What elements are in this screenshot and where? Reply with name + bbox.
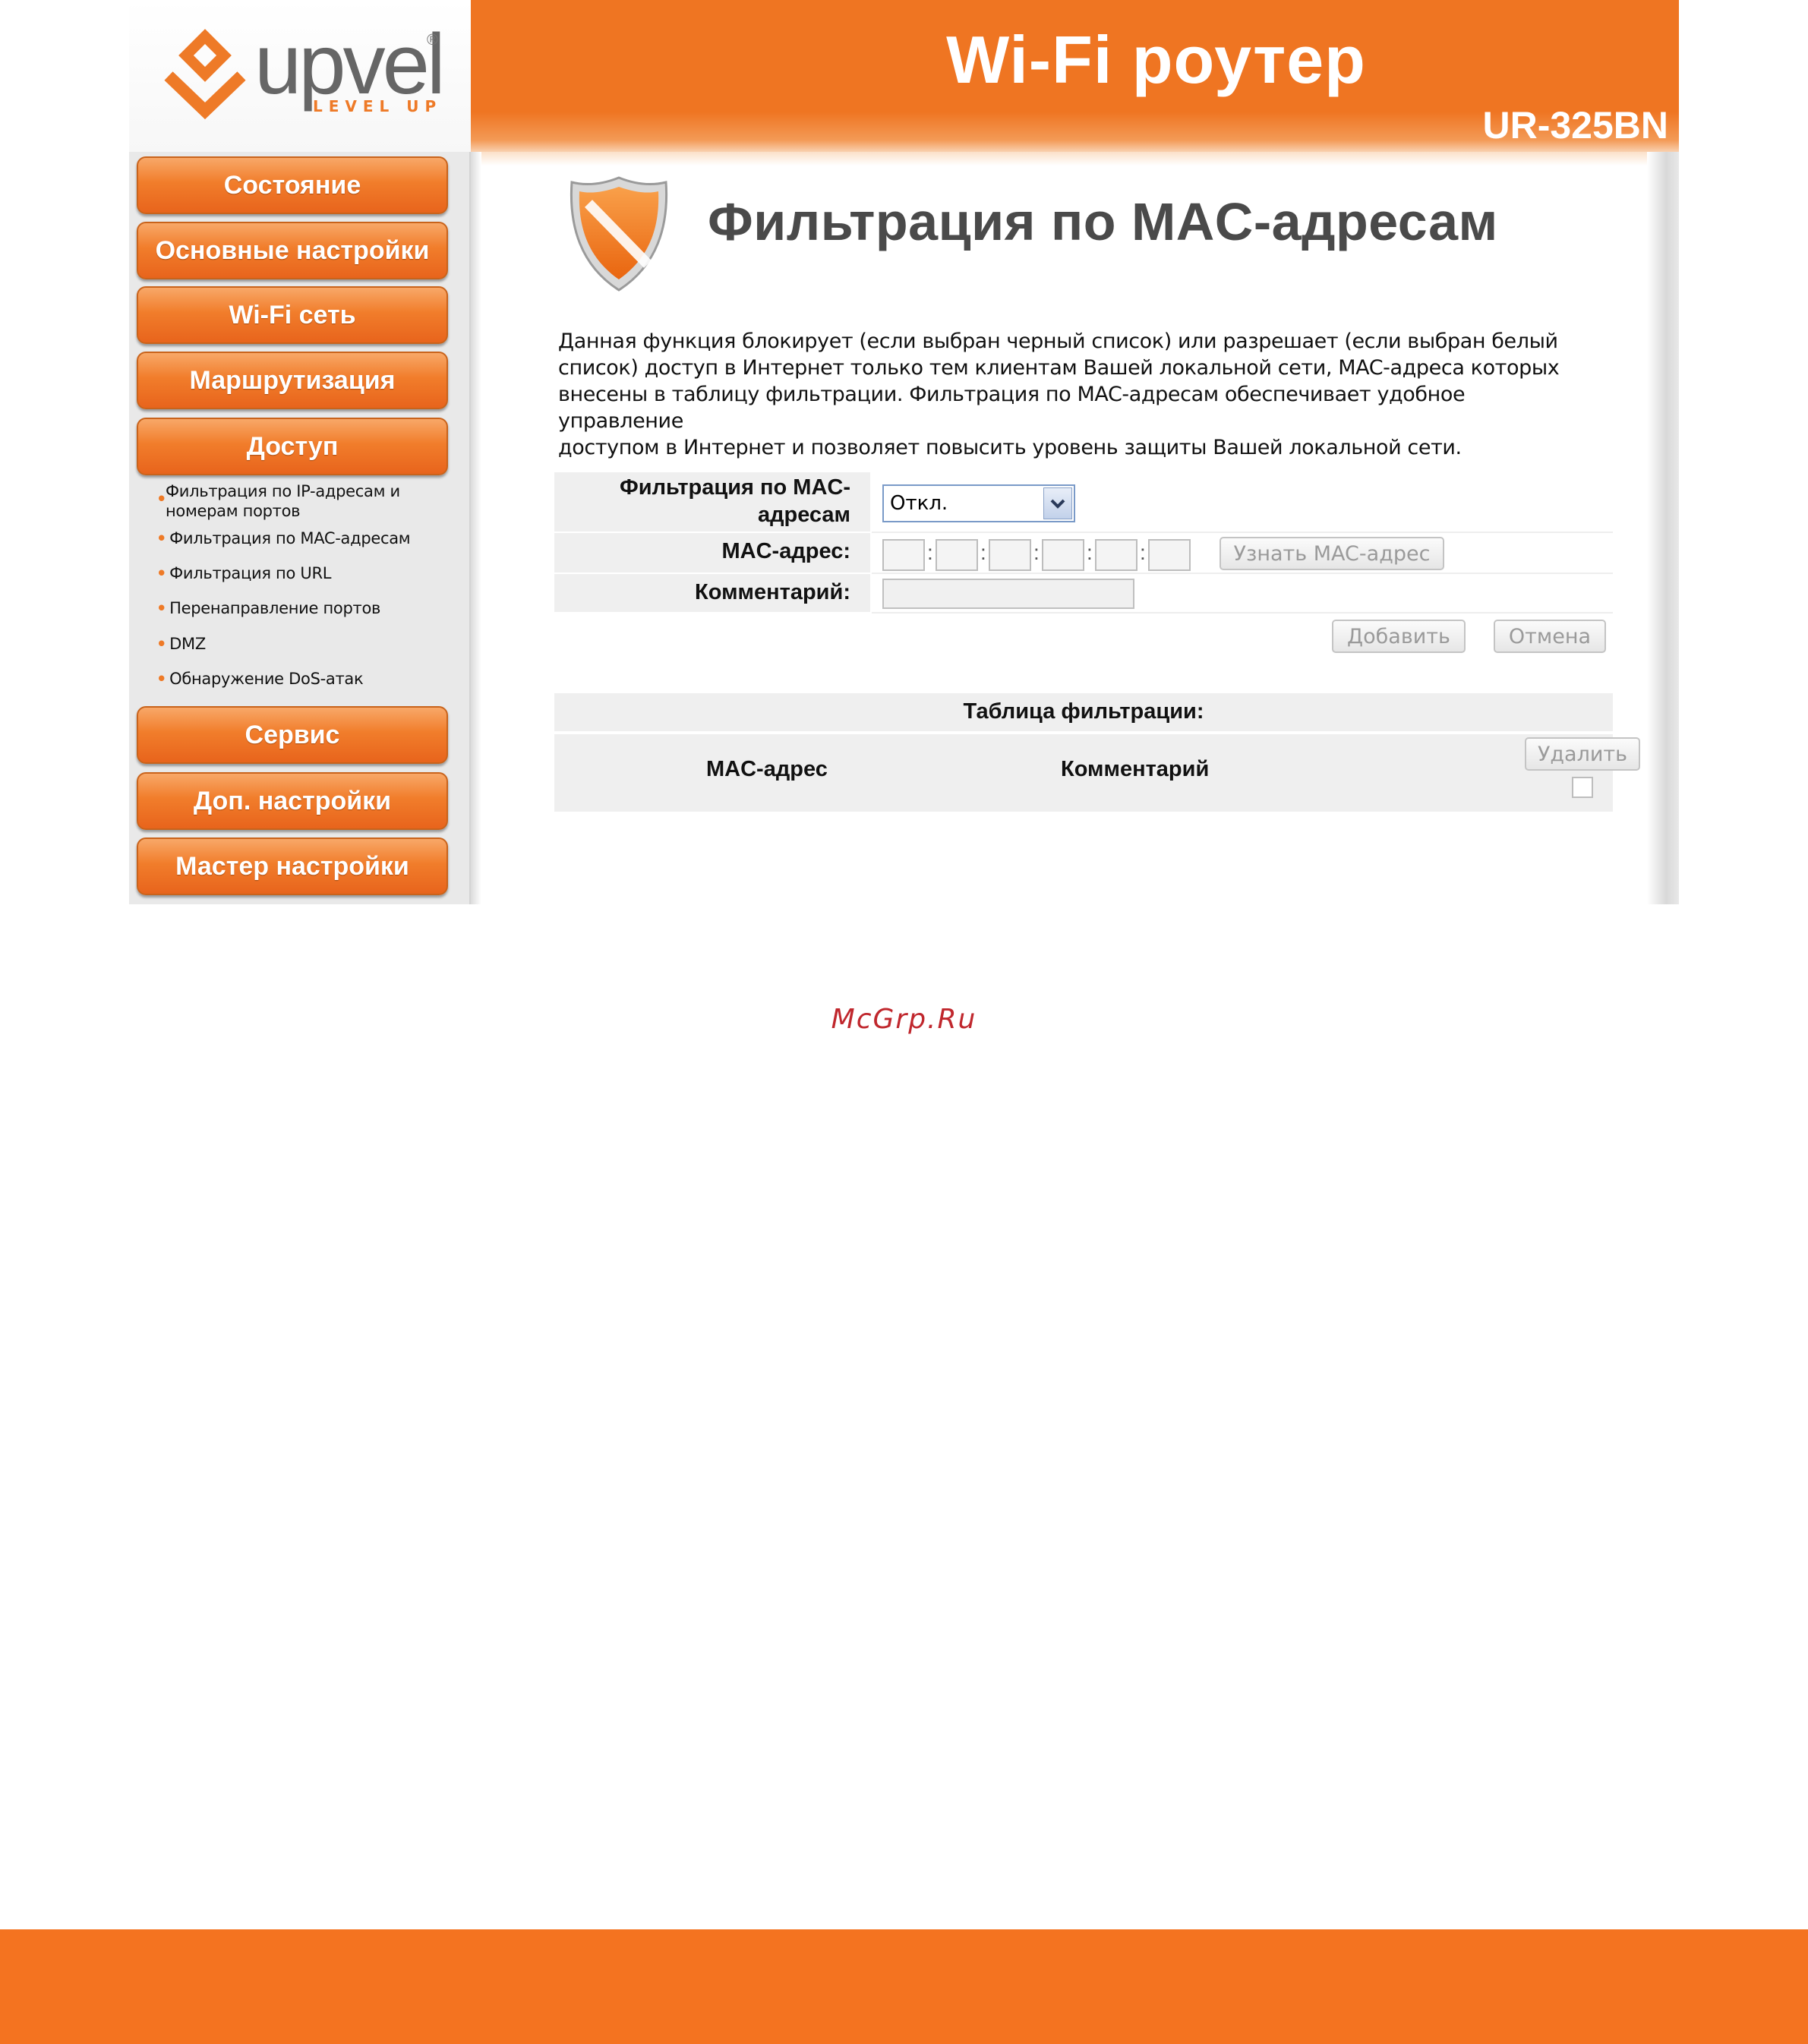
mac-octet-3-input[interactable] <box>989 539 1031 571</box>
bullet-icon: • <box>156 599 167 617</box>
sidebar: Состояние Основные настройки Wi-Fi сеть … <box>129 152 471 904</box>
mac-separator: : <box>1033 541 1040 564</box>
subnav-url-filter-label: Фильтрация по URL <box>169 564 332 582</box>
mac-address-label: MAC-адрес: <box>721 539 850 563</box>
filter-mode-value-cell: Откл. <box>872 472 1613 533</box>
subnav-dmz[interactable]: • DMZ <box>156 634 206 654</box>
mac-address-value-cell: : : : : : Узнать MAC-адрес <box>872 533 1613 574</box>
model-name: UR-325BN <box>1482 104 1668 147</box>
logo: upvel ® LEVEL UP <box>129 0 471 152</box>
filter-mode-row: Фильтрация по MAC- адресам Откл. <box>554 472 1613 533</box>
mac-separator: : <box>1087 541 1093 564</box>
bullet-icon: • <box>156 635 167 653</box>
dropdown-arrow-glyph <box>1050 499 1065 509</box>
mac-octet-5-input[interactable] <box>1095 539 1137 571</box>
mac-octet-4-input[interactable] <box>1042 539 1084 571</box>
panel-top-edge <box>471 152 1679 166</box>
bullet-icon: • <box>156 529 167 547</box>
description-line: список) доступ в Интернет только тем кли… <box>558 356 1560 380</box>
nav-service[interactable]: Сервис <box>137 706 448 764</box>
filter-mode-label-line1: Фильтрация по MAC- <box>620 475 850 500</box>
bullet-icon: • <box>156 564 167 582</box>
logo-tagline: LEVEL UP <box>313 97 443 115</box>
add-button[interactable]: Добавить <box>1332 620 1466 653</box>
page-description: Данная функция блокирует (если выбран че… <box>558 328 1576 461</box>
subnav-url-filter[interactable]: • Фильтрация по URL <box>156 563 331 583</box>
subnav-dmz-label: DMZ <box>169 635 206 653</box>
mac-separator: : <box>980 541 986 564</box>
description-line: Данная функция блокирует (если выбран че… <box>558 330 1558 353</box>
filter-table-title-row: Таблица фильтрации: <box>554 693 1613 731</box>
description-line: доступом в Интернет и позволяет повысить… <box>558 436 1462 459</box>
mac-separator: : <box>927 541 933 564</box>
bullet-icon: • <box>156 490 167 508</box>
watermark: McGrp.Ru <box>831 1004 977 1035</box>
panel-left-edge <box>471 152 481 904</box>
subnav-ip-filter-line1: Фильтрация по IP-адресам и <box>166 482 400 500</box>
comment-label-cell: Комментарий: <box>554 574 870 612</box>
page-title: Фильтрация по MAC-адресам <box>708 192 1498 251</box>
comment-input[interactable] <box>882 579 1134 609</box>
panel-right-edge <box>1647 152 1679 904</box>
filter-mode-selected-value: Откл. <box>890 492 948 515</box>
filter-table-title: Таблица фильтрации: <box>963 699 1204 724</box>
subnav-mac-filter-label: Фильтрация по MAC-адресам <box>169 529 411 547</box>
mac-octet-1-input[interactable] <box>882 539 925 571</box>
mac-address-row: MAC-адрес: : : : : : Узнать MAC-адрес <box>554 533 1613 574</box>
column-header-comment: Комментарий <box>1061 757 1210 781</box>
subnav-ip-filter[interactable]: • Фильтрация по IP-адресам и номерам пор… <box>156 481 400 521</box>
nav-advanced-settings[interactable]: Доп. настройки <box>137 772 448 830</box>
delete-button[interactable]: Удалить <box>1525 737 1640 771</box>
filter-mode-select[interactable]: Откл. <box>882 484 1075 522</box>
column-header-mac: MAC-адрес <box>706 757 828 781</box>
upvel-logo-icon <box>164 29 246 120</box>
logo-registered-mark: ® <box>427 32 438 49</box>
nav-wifi[interactable]: Wi-Fi сеть <box>137 286 448 344</box>
subnav-port-forwarding-label: Перенаправление портов <box>169 599 381 617</box>
router-frame: upvel ® LEVEL UP Wi-Fi роутер UR-325BN С… <box>129 0 1679 904</box>
header-title-text: Wi-Fi роутер <box>946 22 1366 97</box>
subnav-ip-filter-line2: номерам портов <box>166 502 301 520</box>
nav-routing[interactable]: Маршрутизация <box>137 352 448 409</box>
mac-octet-2-input[interactable] <box>936 539 978 571</box>
mac-octet-6-input[interactable] <box>1148 539 1191 571</box>
learn-mac-button[interactable]: Узнать MAC-адрес <box>1220 537 1444 570</box>
subnav-dos-detection-label: Обнаружение DoS-атак <box>169 670 364 688</box>
mac-separator: : <box>1140 541 1146 564</box>
comment-value-cell <box>872 574 1613 614</box>
footer-band <box>0 1929 1808 2044</box>
filter-mode-label-line2: адресам <box>757 503 850 527</box>
shield-icon <box>570 176 668 292</box>
header-title: Wi-Fi роутер <box>471 21 1679 99</box>
subnav-mac-filter[interactable]: • Фильтрация по MAC-адресам <box>156 528 411 548</box>
filter-mode-label-cell: Фильтрация по MAC- адресам <box>554 472 870 532</box>
comment-label: Комментарий: <box>695 580 850 604</box>
select-all-checkbox[interactable] <box>1572 777 1593 798</box>
subnav-port-forwarding[interactable]: • Перенаправление портов <box>156 598 380 618</box>
nav-status[interactable]: Состояние <box>137 156 448 214</box>
subnav-dos-detection[interactable]: • Обнаружение DoS-атак <box>156 669 364 689</box>
filter-table-header-row: MAC-адрес Комментарий Удалить <box>554 734 1640 812</box>
chevron-down-icon[interactable] <box>1043 487 1072 519</box>
mac-address-label-cell: MAC-адрес: <box>554 533 870 573</box>
nav-basic-settings[interactable]: Основные настройки <box>137 222 448 279</box>
header-banner: Wi-Fi роутер UR-325BN <box>471 0 1679 156</box>
cancel-button[interactable]: Отмена <box>1494 620 1606 653</box>
filter-mode-label: Фильтрация по MAC- адресам <box>620 474 850 528</box>
description-line: внесены в таблицу фильтрации. Фильтрация… <box>558 383 1466 433</box>
bullet-icon: • <box>156 670 167 688</box>
nav-setup-wizard[interactable]: Мастер настройки <box>137 837 448 895</box>
comment-row: Комментарий: <box>554 574 1613 614</box>
nav-access[interactable]: Доступ <box>137 418 448 475</box>
